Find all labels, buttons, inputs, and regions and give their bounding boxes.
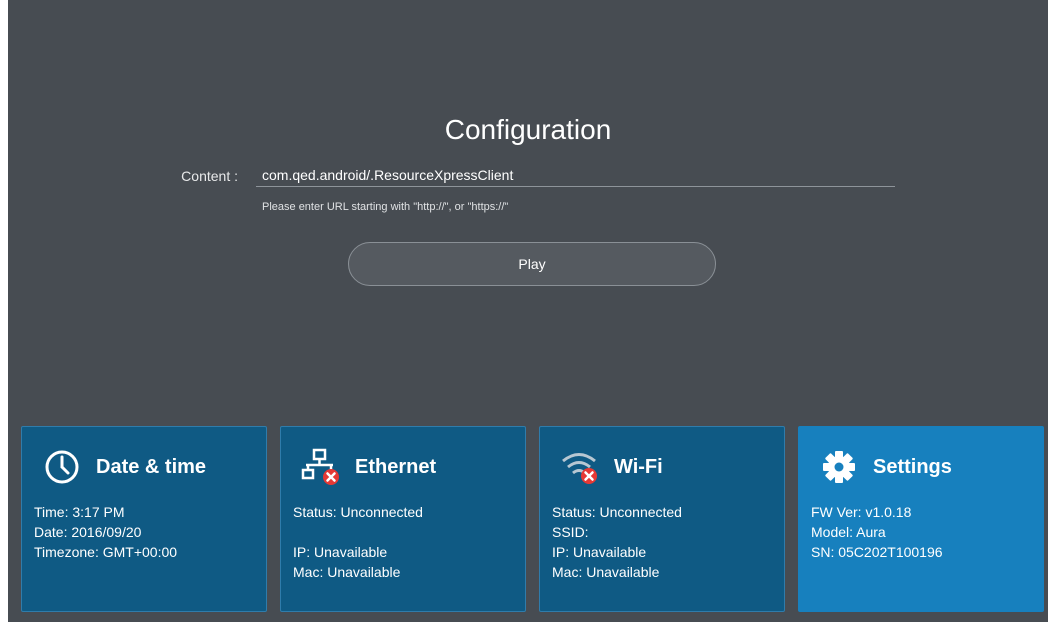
date-time-title: Date & time	[96, 455, 207, 478]
serial-number: SN: 05C202T100196	[811, 544, 943, 560]
ethernet-title: Ethernet	[355, 455, 437, 478]
configuration-screen: Configuration Content : Please enter URL…	[8, 0, 1048, 622]
ethernet-info: Status: Unconnected IP: Unavailable Mac:…	[293, 502, 423, 582]
date-time-info: Time: 3:17 PM Date: 2016/09/20 Timezone:…	[34, 502, 177, 562]
ethernet-ip: IP: Unavailable	[293, 544, 388, 560]
gear-icon	[819, 447, 859, 487]
device-model: Model: Aura	[811, 524, 886, 540]
wifi-disconnected-icon	[560, 447, 600, 487]
settings-info: FW Ver: v1.0.18 Model: Aura SN: 05C202T1…	[811, 502, 943, 562]
clock-icon	[42, 447, 82, 487]
ethernet-status: Status: Unconnected	[293, 504, 423, 520]
settings-card[interactable]: Settings FW Ver: v1.0.18 Model: Aura SN:…	[798, 426, 1044, 612]
time-value: Time: 3:17 PM	[34, 504, 125, 520]
ethernet-mac: Mac: Unavailable	[293, 564, 401, 580]
wifi-header: Wi-Fi	[560, 445, 663, 489]
date-value: Date: 2016/09/20	[34, 524, 142, 540]
wifi-mac: Mac: Unavailable	[552, 564, 660, 580]
wifi-ssid: SSID:	[552, 524, 589, 540]
firmware-version: FW Ver: v1.0.18	[811, 504, 912, 520]
url-hint: Please enter URL starting with "http://"…	[262, 201, 509, 213]
wifi-title: Wi-Fi	[614, 455, 663, 478]
date-time-header: Date & time	[42, 445, 206, 489]
date-time-card[interactable]: Date & time Time: 3:17 PM Date: 2016/09/…	[21, 426, 267, 612]
page-title: Configuration	[444, 114, 612, 145]
settings-title: Settings	[873, 455, 952, 478]
ethernet-header: Ethernet	[301, 445, 436, 489]
wifi-info: Status: Unconnected SSID: IP: Unavailabl…	[552, 502, 682, 582]
content-input[interactable]	[256, 164, 895, 187]
ethernet-disconnected-icon	[301, 447, 341, 487]
wifi-ip: IP: Unavailable	[552, 544, 647, 560]
content-label: Content :	[181, 168, 238, 184]
ethernet-card[interactable]: Ethernet Status: Unconnected IP: Unavail…	[280, 426, 526, 612]
play-button[interactable]: Play	[348, 242, 716, 286]
wifi-status: Status: Unconnected	[552, 504, 682, 520]
timezone-value: Timezone: GMT+00:00	[34, 544, 178, 560]
settings-header: Settings	[819, 445, 952, 489]
wifi-card[interactable]: Wi-Fi Status: Unconnected SSID: IP: Unav…	[539, 426, 785, 612]
